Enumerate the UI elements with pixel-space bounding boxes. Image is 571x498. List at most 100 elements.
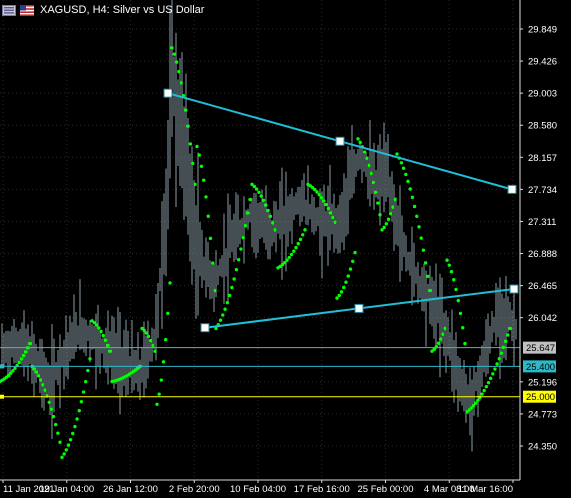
chart-window[interactable]: XAGUSD, H4: Silver vs US Dollar 25.647 25… bbox=[0, 0, 571, 498]
trendline-handle bbox=[163, 88, 173, 98]
sar-dot bbox=[56, 431, 60, 435]
sar-dot bbox=[248, 197, 252, 202]
sar-dot bbox=[301, 233, 305, 237]
price-level-tag-label: 25.400 bbox=[526, 362, 555, 373]
sar-dot bbox=[197, 153, 201, 157]
sar-dot bbox=[351, 259, 355, 264]
grid bbox=[0, 0, 520, 480]
sar-dot bbox=[346, 274, 350, 278]
sar-dot bbox=[445, 258, 449, 262]
sar-dot bbox=[326, 206, 330, 211]
sar-dot bbox=[68, 437, 73, 442]
sar-dot bbox=[146, 334, 151, 339]
sar-dot bbox=[421, 248, 426, 252]
sar-dot bbox=[243, 223, 248, 228]
price-level-tag-label: 25.647 bbox=[526, 343, 555, 354]
sar-dot bbox=[506, 333, 510, 337]
sar-dot bbox=[441, 332, 445, 336]
sar-dot bbox=[342, 285, 346, 290]
sar-dot bbox=[94, 323, 99, 327]
sar-dot bbox=[393, 197, 397, 202]
symbol-title: XAGUSD, H4: Silver vs US Dollar bbox=[40, 4, 205, 16]
sar-dot bbox=[373, 190, 378, 194]
price-levels: 25.647 25.400 25.000 bbox=[0, 341, 556, 403]
sar-dot bbox=[412, 204, 417, 209]
x-tick-label: 26 Jan 12:00 bbox=[103, 484, 158, 495]
window-menu-icon[interactable] bbox=[2, 4, 16, 16]
sar-dot bbox=[348, 267, 353, 271]
sar-dot bbox=[322, 199, 326, 203]
sar-dot bbox=[333, 220, 337, 224]
sar-dot bbox=[211, 261, 215, 265]
sar-dot bbox=[184, 108, 188, 112]
sar-dot bbox=[99, 329, 103, 334]
sar-dot bbox=[227, 293, 232, 298]
sar-dot bbox=[17, 360, 21, 365]
sar-dot bbox=[482, 388, 486, 393]
sar-dot bbox=[170, 46, 174, 50]
sar-dot bbox=[449, 269, 454, 274]
sar-dot bbox=[261, 198, 266, 203]
sar-dot bbox=[144, 331, 149, 335]
sar-dot bbox=[172, 52, 176, 56]
sar-dot bbox=[199, 164, 204, 168]
y-tick-label: 28.580 bbox=[528, 121, 557, 132]
sar-dot bbox=[43, 388, 47, 392]
sar-dot bbox=[202, 178, 206, 182]
trendline-handle bbox=[509, 284, 519, 294]
sar-dot bbox=[157, 392, 161, 396]
sar-dot bbox=[443, 326, 447, 331]
sar-dot bbox=[491, 372, 495, 376]
sar-dot bbox=[423, 261, 428, 265]
sar-dot bbox=[436, 341, 441, 345]
sar-dot bbox=[268, 214, 273, 219]
price-level-tag-label: 25.000 bbox=[526, 392, 555, 403]
sar-dot bbox=[208, 236, 213, 241]
sar-dot bbox=[488, 376, 493, 381]
sar-dot bbox=[458, 311, 463, 316]
y-tick-label: 28.157 bbox=[528, 153, 557, 164]
sar-dot bbox=[62, 452, 66, 456]
sar-dot bbox=[19, 357, 24, 361]
sar-dot bbox=[292, 249, 296, 253]
sar-dot bbox=[86, 368, 90, 373]
sar-dot bbox=[174, 60, 179, 64]
sar-dot bbox=[148, 338, 153, 343]
y-tick-label: 27.734 bbox=[528, 185, 557, 196]
sar-dot bbox=[34, 370, 39, 374]
x-tick-label: 11 Mar 16:00 bbox=[458, 484, 513, 495]
sar-dot bbox=[195, 144, 199, 149]
sar-dot bbox=[66, 443, 71, 447]
sar-dot bbox=[49, 407, 54, 411]
sar-dot bbox=[476, 398, 480, 403]
sar-dot bbox=[151, 343, 155, 348]
sar-dot bbox=[294, 245, 298, 250]
sar-dot bbox=[499, 351, 504, 355]
sar-dot bbox=[159, 378, 164, 382]
sar-dot bbox=[406, 179, 410, 184]
sar-dot bbox=[38, 378, 43, 382]
sar-dot bbox=[376, 201, 380, 205]
sar-dot bbox=[399, 161, 404, 165]
price-chart[interactable]: 25.647 25.400 25.000 29.849 29.426 29.003 28.… bbox=[0, 0, 571, 498]
y-tick-label: 26.888 bbox=[528, 249, 557, 260]
y-tick-label: 29.426 bbox=[528, 57, 557, 68]
sar-dot bbox=[204, 195, 208, 199]
sar-dot bbox=[369, 171, 373, 176]
y-tick-label: 24.350 bbox=[528, 442, 557, 453]
sar-dot bbox=[71, 431, 75, 436]
sar-dot bbox=[362, 150, 367, 154]
sar-dot bbox=[191, 161, 195, 166]
sar-dot bbox=[36, 374, 41, 378]
x-tick-label: 25 Feb 00:00 bbox=[358, 484, 414, 495]
sar-dot bbox=[177, 69, 181, 74]
sar-dot bbox=[315, 190, 319, 194]
sar-dot bbox=[287, 255, 291, 260]
us-flag-icon bbox=[20, 4, 34, 16]
sar-dot bbox=[454, 287, 458, 292]
sar-dot bbox=[356, 137, 360, 141]
sar-dot bbox=[415, 214, 419, 218]
sar-dot bbox=[303, 228, 307, 232]
sar-dot bbox=[463, 341, 467, 346]
sar-dot bbox=[271, 221, 275, 225]
